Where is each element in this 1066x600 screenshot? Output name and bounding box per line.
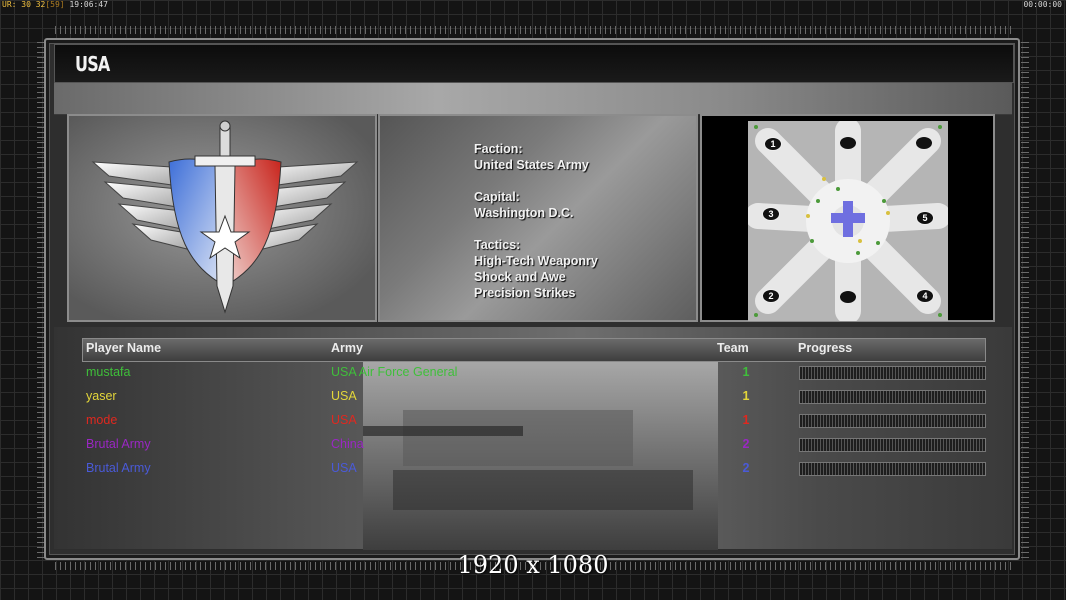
tactic-item: Shock and Awe	[474, 270, 566, 284]
progress-bar	[799, 414, 986, 428]
start-position-1: 1	[764, 137, 782, 151]
player-team: 2	[742, 461, 750, 475]
ruler-top	[55, 26, 1011, 34]
faction-value: United States Army	[474, 158, 589, 172]
minimap: 1 3 5 2 4	[745, 118, 951, 324]
capital-label: Capital:	[474, 190, 520, 204]
tactic-item: Precision Strikes	[474, 286, 576, 300]
player-team: 2	[742, 437, 750, 451]
player-name: Brutal Army	[86, 461, 151, 475]
header-progress: Progress	[798, 341, 853, 355]
resolution-label: 1920 x 1080	[457, 551, 609, 579]
tank-artwork	[363, 360, 718, 550]
title-bar: USA	[54, 44, 1014, 83]
capital-value: Washington D.C.	[474, 206, 574, 220]
tactics-label: Tactics:	[474, 238, 521, 252]
start-position-5: 5	[916, 211, 934, 225]
start-position-4: 4	[916, 289, 934, 303]
usa-emblem-icon	[91, 120, 359, 314]
hud-fps: UR: 30 32	[2, 0, 46, 9]
faction-description: Faction: United States Army Capital: Was…	[474, 141, 598, 301]
progress-bar	[799, 438, 986, 452]
progress-bar	[799, 366, 986, 380]
player-army: USA Air Force General	[331, 365, 458, 379]
player-name: Brutal Army	[86, 437, 151, 451]
player-team: 1	[742, 413, 750, 427]
banner-strip	[54, 83, 1012, 115]
hud-timer: 00:00:00	[1023, 0, 1062, 9]
ruler-right	[1021, 42, 1029, 558]
header-player-name: Player Name	[86, 341, 162, 355]
faction-info-panel: Faction: United States Army Capital: Was…	[378, 114, 698, 322]
player-name: mustafa	[86, 365, 131, 379]
header-team: Team	[717, 341, 749, 355]
player-name: yaser	[86, 389, 117, 403]
start-position-3: 3	[762, 207, 780, 221]
player-army: USA	[331, 461, 357, 475]
faction-label: Faction:	[474, 142, 523, 156]
tactic-item: High-Tech Weaponry	[474, 254, 598, 268]
player-team: 1	[742, 365, 750, 379]
player-army: USA	[331, 389, 357, 403]
header-army: Army	[331, 341, 363, 355]
player-team: 1	[742, 389, 750, 403]
progress-bar	[799, 390, 986, 404]
minimap-panel: 1 3 5 2 4	[700, 114, 995, 324]
faction-emblem-panel	[67, 114, 377, 322]
progress-bar	[799, 462, 986, 476]
start-position-2: 2	[762, 289, 780, 303]
player-army: China	[331, 437, 364, 451]
faction-title: USA	[75, 52, 110, 76]
hud-bracket: [59]	[45, 0, 65, 9]
hud-clock: 19:06:47	[69, 0, 108, 9]
player-army: USA	[331, 413, 357, 427]
hud-stats: UR: 30 32[59] 19:06:47	[2, 0, 108, 9]
player-name: mode	[86, 413, 118, 427]
